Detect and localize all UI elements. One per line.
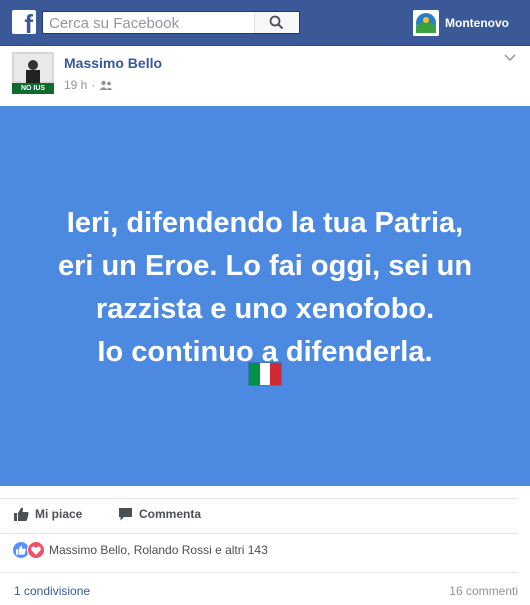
chevron-down-icon[interactable] [504, 54, 516, 62]
love-reaction-icon [27, 541, 45, 559]
post-line-3: razzista e uno xenofobo. [95, 293, 435, 325]
search-icon [269, 15, 284, 30]
post-message: Ieri, difendendo la tua Patria, eri un E… [20, 202, 510, 374]
comment-button[interactable]: Commenta [118, 507, 201, 521]
reactions-summary[interactable]: Massimo Bello, Rolando Rossi e altri 143 [12, 541, 268, 559]
search-button[interactable] [254, 12, 299, 33]
profile-link[interactable]: Montenovo [413, 10, 509, 36]
friends-audience-icon[interactable] [99, 80, 113, 90]
post-header: NO IUS SOLI Massimo Bello 19 h · [0, 46, 530, 106]
search-input[interactable] [49, 14, 249, 32]
top-navigation-bar: f Montenovo [0, 0, 530, 46]
comment-bubble-icon [119, 508, 132, 521]
separator-dot: · [91, 78, 96, 92]
search-box [42, 11, 300, 34]
post-line-1: Ieri, difendendo la tua Patria, [66, 207, 464, 239]
flag-stripe-red [270, 363, 282, 385]
post-actions: Mi piace Commenta [0, 498, 518, 534]
italy-flag-icon [249, 363, 282, 385]
post-time[interactable]: 19 h [64, 78, 87, 92]
post-footer: 1 condivisione 16 commenti [0, 572, 518, 605]
post-line-2: eri un Eroe. Lo fai oggi, sei un [57, 250, 473, 282]
like-label: Mi piace [35, 507, 83, 521]
author-avatar[interactable]: NO IUS SOLI [12, 52, 54, 94]
post-meta: 19 h · [64, 78, 113, 92]
comment-label: Commenta [139, 507, 202, 521]
post-author[interactable]: Massimo Bello [64, 55, 162, 71]
thumbs-up-icon [14, 507, 29, 521]
shares-link[interactable]: 1 condivisione [14, 584, 90, 598]
avatar-badge: NO IUS SOLI [12, 83, 54, 94]
profile-name: Montenovo [445, 16, 509, 30]
flag-stripe-green [249, 363, 260, 385]
like-button[interactable]: Mi piace [14, 507, 82, 521]
post-text-image[interactable]: Ieri, difendendo la tua Patria, eri un E… [0, 106, 530, 486]
comments-count-link[interactable]: 16 commenti [449, 584, 518, 598]
profile-avatar-icon [413, 10, 439, 36]
facebook-logo-icon[interactable]: f [12, 10, 36, 37]
flag-stripe-white [259, 363, 271, 385]
reactions-text: Massimo Bello, Rolando Rossi e altri 143 [49, 543, 268, 557]
